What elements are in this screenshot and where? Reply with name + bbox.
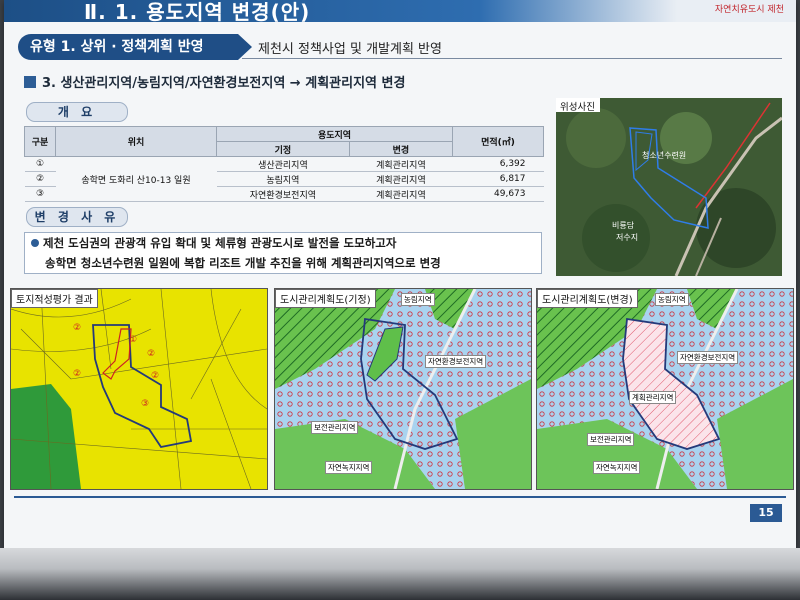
map1-mark: ② [73, 369, 82, 379]
divider [242, 58, 782, 59]
row-existing: 자연환경보전지역 [216, 186, 350, 202]
row-existing: 농림지역 [216, 171, 350, 187]
map1-mark: ② [151, 371, 160, 381]
th-no: 구분 [24, 126, 56, 157]
reason-text-1: 제천 도심권의 관광객 유입 확대 및 체류형 관광도시로 발전을 도모하고자 [43, 236, 397, 250]
row-area: 6,817 [452, 171, 544, 187]
overview-label: 개 요 [26, 102, 128, 122]
map1-title: 토지적성평가 결과 [11, 289, 98, 308]
map-plan-changed: 도시관리계획도(변경) 농림지역 자연환경보전지역 계획관리지역 보전관리지역 … [536, 288, 794, 490]
desk-background [0, 548, 800, 600]
map1-mark: ③ [141, 399, 150, 409]
satellite-photo: 위성사진 청소년수련원 비룡담 저수지 [556, 98, 782, 276]
th-zoning: 용도지역 [216, 126, 453, 142]
map3-label-greennat: 자연녹지지역 [593, 461, 641, 474]
map-land-suitability: 토지적성평가 결과 ② ① ② ② ② ③ [10, 288, 268, 490]
row-existing: 생산관리지역 [216, 156, 350, 172]
satellite-title: 위성사진 [560, 102, 595, 113]
satellite-label-reservoir-2: 저수지 [616, 233, 639, 242]
row-area: 6,392 [452, 156, 544, 172]
map3-label-nature: 자연환경보전지역 [677, 351, 739, 364]
reason-line-2: 송학면 청소년수련원 일원에 복합 리조트 개발 추진을 위해 계획관리지역으로… [31, 253, 541, 273]
overview-table: 구분 위치 용도지역 면적(㎡) 기정 변경 ① 송학면 도화리 산10-13 … [24, 126, 544, 202]
city-logo: 자연치유도시 제천 [714, 5, 784, 15]
map3-title: 도시관리계획도(변경) [537, 289, 638, 308]
th-existing: 기정 [216, 141, 350, 157]
map2-title: 도시관리계획도(기정) [275, 289, 376, 308]
row-change: 계획관리지역 [349, 156, 453, 172]
map1-mark: ② [73, 323, 82, 333]
map2-label-conserve: 보전관리지역 [311, 421, 359, 434]
row-change: 계획관리지역 [349, 171, 453, 187]
type-bar: 유형 1. 상위 · 정책계획 반영 [18, 34, 252, 60]
map2-label-farm: 농림지역 [401, 293, 435, 306]
th-area: 면적(㎡) [452, 126, 544, 157]
cube-icon [24, 76, 36, 88]
satellite-label-center: 청소년수련원 [642, 151, 687, 160]
map-plan-existing: 도시관리계획도(기정) 농림지역 자연환경보전지역 보전관리지역 자연녹지지역 [274, 288, 532, 490]
map3-graphic [537, 289, 793, 489]
th-location: 위치 [55, 126, 217, 157]
reason-label: 변 경 사 유 [26, 207, 128, 227]
header-band: Ⅱ. 1. 용도지역 변경(안) 자연치유도시 제천 [4, 0, 796, 24]
row-no: ③ [24, 186, 56, 202]
map1-graphic [11, 289, 267, 489]
section-title: 3. 생산관리지역/농림지역/자연환경보전지역 → 계획관리지역 변경 [24, 72, 405, 91]
satellite-image [556, 98, 782, 276]
map3-label-plan: 계획관리지역 [629, 391, 677, 404]
document-page: Ⅱ. 1. 용도지역 변경(안) 자연치유도시 제천 유형 1. 상위 · 정책… [4, 0, 796, 548]
row-no: ① [24, 156, 56, 172]
map2-graphic [275, 289, 531, 489]
table-row: ① 송학면 도화리 산10-13 일원 생산관리지역 계획관리지역 6,392 [24, 156, 544, 202]
location-cell: 송학면 도화리 산10-13 일원 [55, 156, 217, 202]
reason-text-2: 송학면 청소년수련원 일원에 복합 리조트 개발 추진을 위해 계획관리지역으로… [45, 256, 441, 270]
map3-label-farm: 농림지역 [655, 293, 689, 306]
section-title-text: 3. 생산관리지역/농림지역/자연환경보전지역 → 계획관리지역 변경 [42, 76, 406, 91]
bullet-icon [31, 239, 39, 247]
reason-line-1: 제천 도심권의 관광객 유입 확대 및 체류형 관광도시로 발전을 도모하고자 [31, 233, 541, 253]
map2-label-greennat: 자연녹지지역 [325, 461, 373, 474]
satellite-label-reservoir: 비룡담 [612, 221, 635, 230]
header-title: Ⅱ. 1. 용도지역 변경(안) [84, 0, 311, 24]
row-no: ② [24, 171, 56, 187]
map1-mark: ① [129, 335, 138, 345]
map1-mark: ② [147, 349, 156, 359]
row-area: 49,673 [452, 186, 544, 202]
page-number: 15 [750, 504, 782, 522]
map2-label-nature: 자연환경보전지역 [425, 355, 487, 368]
map3-label-conserve: 보전관리지역 [587, 433, 635, 446]
type-subtitle: 제천시 정책사업 및 개발계획 반영 [258, 42, 442, 57]
reason-box: 제천 도심권의 관광객 유입 확대 및 체류형 관광도시로 발전을 도모하고자 … [24, 232, 542, 274]
th-change: 변경 [348, 141, 454, 157]
footer-line [14, 496, 786, 498]
row-change: 계획관리지역 [349, 186, 453, 202]
